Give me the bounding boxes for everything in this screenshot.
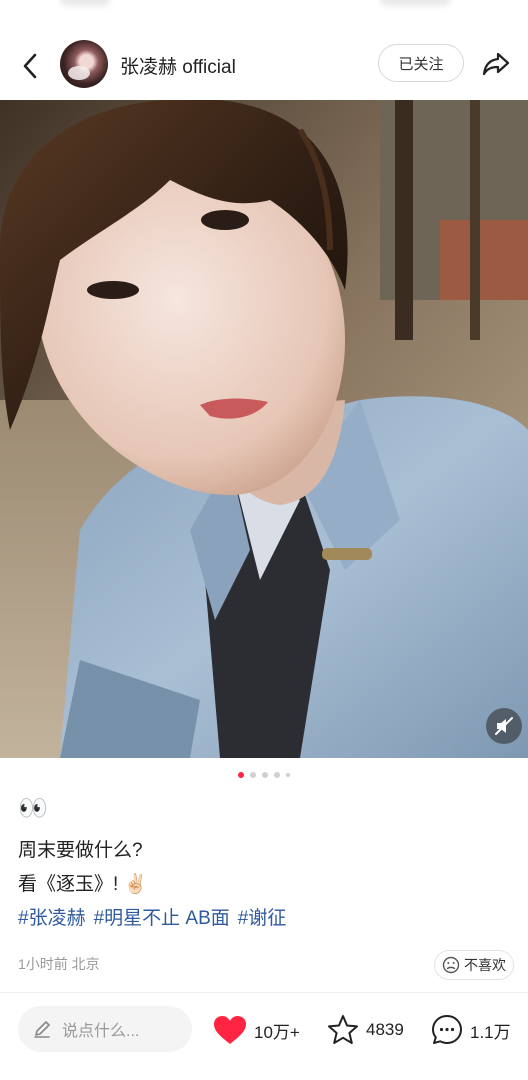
like-button[interactable]: 10万+: [212, 1010, 300, 1050]
back-icon: [23, 53, 37, 79]
username[interactable]: 张凌赫 official: [120, 52, 236, 79]
mute-button[interactable]: [486, 708, 522, 744]
like-count: 10万+: [254, 1022, 300, 1042]
carousel-dot-5[interactable]: [286, 773, 290, 777]
comment-placeholder: 说点什么...: [62, 1023, 140, 1040]
post-line-2: 看《逐玉》! ✌🏻: [18, 874, 148, 895]
carousel-indicator: [0, 770, 528, 780]
share-button[interactable]: [478, 48, 514, 80]
hashtag-2[interactable]: #明星不止 AB面: [94, 904, 230, 934]
star-icon: [328, 1015, 358, 1044]
carousel-dot-2[interactable]: [250, 772, 256, 778]
portrait-image: [0, 100, 528, 758]
hashtag-1[interactable]: #张凌赫: [18, 904, 86, 934]
divider: [0, 992, 528, 993]
dislike-button[interactable]: 不喜欢: [434, 950, 514, 980]
dislike-label: 不喜欢: [464, 957, 506, 973]
carousel-dot-1[interactable]: [238, 772, 244, 778]
post-line-1: 周末要做什么?: [18, 840, 143, 861]
hashtags: #张凌赫 #明星不止 AB面 #谢征: [18, 904, 510, 934]
comment-input[interactable]: 说点什么...: [18, 1006, 192, 1052]
dislike-face-icon: [442, 956, 460, 974]
comment-icon: [432, 1015, 462, 1044]
follow-button[interactable]: 已关注: [378, 44, 464, 82]
avatar[interactable]: [60, 40, 108, 88]
comment-count: 1.1万: [470, 1022, 511, 1042]
post-content: 👀 周末要做什么? 看《逐玉》! ✌🏻 #张凌赫 #明星不止 AB面 #谢征: [18, 794, 510, 934]
post-time-location: 1小时前 北京: [18, 956, 100, 972]
status-bar: [0, 0, 528, 30]
favorite-button[interactable]: 4839: [326, 1010, 404, 1050]
pencil-icon: [34, 1021, 50, 1038]
post-header: 张凌赫 official 已关注: [0, 30, 528, 100]
heart-icon: [214, 1016, 246, 1044]
back-button[interactable]: [14, 50, 46, 82]
hashtag-3[interactable]: #谢征: [238, 904, 287, 934]
share-icon: [482, 52, 510, 76]
comment-button[interactable]: 1.1万: [430, 1010, 511, 1050]
carousel-dot-4[interactable]: [274, 772, 280, 778]
bottom-action-bar: 说点什么... 10万+ 4839 1.1万: [0, 1000, 528, 1060]
favorite-count: 4839: [366, 1020, 404, 1039]
eyes-emoji: 👀: [18, 795, 48, 822]
carousel-dot-3[interactable]: [262, 772, 268, 778]
post-photo[interactable]: [0, 100, 528, 758]
mute-icon: [495, 717, 513, 735]
